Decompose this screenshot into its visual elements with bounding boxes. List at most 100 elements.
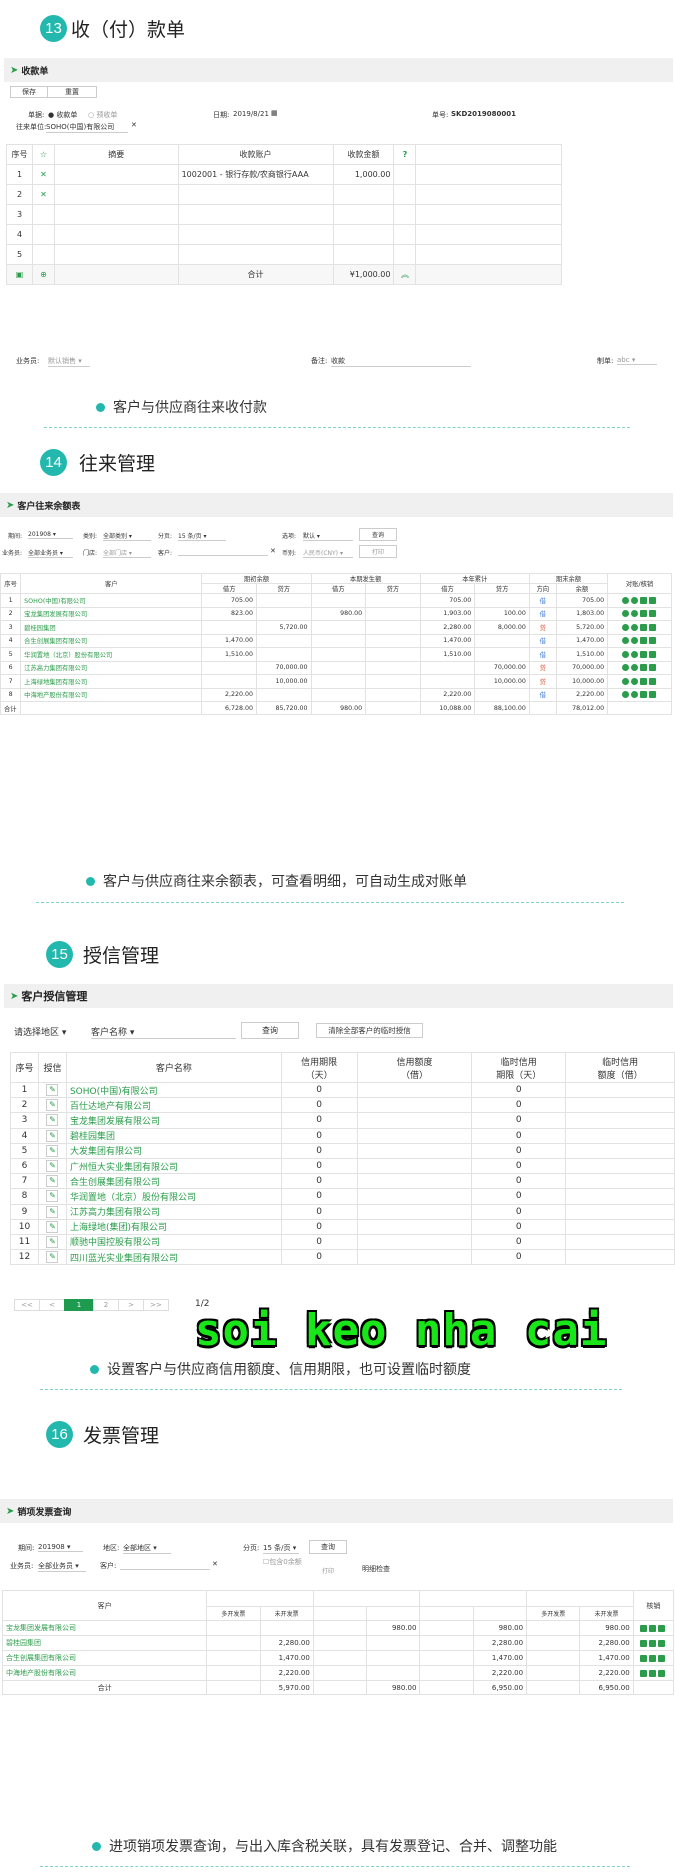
- radio-receipt[interactable]: ● 收款单: [48, 110, 77, 120]
- customer-link[interactable]: 合生创展集团有限公司: [1, 1650, 208, 1666]
- customer-link[interactable]: 华润置地（北京）股份有限公司: [20, 647, 203, 662]
- amount-cell[interactable]: [332, 224, 395, 245]
- check-icon[interactable]: [639, 610, 647, 617]
- customer-link[interactable]: 碧桂园集团: [65, 1127, 282, 1144]
- customer-link[interactable]: 广州恒大实业集团有限公司: [65, 1157, 282, 1175]
- invoice-actions[interactable]: [632, 1620, 675, 1636]
- page-1-button[interactable]: 1: [64, 1299, 94, 1311]
- summary-cell[interactable]: [53, 244, 179, 265]
- edit-icon[interactable]: [648, 677, 656, 685]
- customer-link[interactable]: 宝龙集团发展有限公司: [20, 606, 203, 621]
- amount-cell[interactable]: [332, 204, 395, 225]
- gear-icon[interactable]: [630, 623, 638, 631]
- check-icon[interactable]: [639, 1654, 647, 1662]
- add-row-icon[interactable]: ⊕: [31, 264, 55, 285]
- customer-link[interactable]: 顺驰中国控股有限公司: [65, 1233, 282, 1251]
- invoice-actions[interactable]: [632, 1635, 675, 1651]
- edit-icon[interactable]: [648, 691, 656, 698]
- list-icon[interactable]: [648, 1639, 656, 1647]
- info-icon[interactable]: [621, 691, 629, 698]
- query-button[interactable]: 查询: [241, 1022, 299, 1039]
- reconcile-actions[interactable]: [607, 660, 672, 675]
- calendar-icon[interactable]: ▦: [271, 109, 278, 117]
- next-page-button[interactable]: >: [118, 1299, 144, 1311]
- edit-credit-button[interactable]: ✎: [37, 1157, 67, 1175]
- period-select[interactable]: 201908 ▾: [38, 1543, 83, 1552]
- edit-credit-button[interactable]: ✎: [37, 1127, 67, 1144]
- pagesize-select[interactable]: 15 条/页 ▾: [178, 531, 226, 541]
- check-icon[interactable]: [639, 650, 647, 658]
- summary-cell[interactable]: [53, 204, 179, 225]
- amount-cell[interactable]: [332, 184, 395, 205]
- account-cell[interactable]: [177, 244, 334, 265]
- reconcile-actions[interactable]: [607, 633, 672, 648]
- customer-link[interactable]: 碧桂园集团: [1, 1635, 208, 1651]
- edit-credit-button[interactable]: ✎: [37, 1218, 67, 1235]
- sales-select[interactable]: 默认销售 ▾: [48, 356, 90, 367]
- customer-link[interactable]: 宝龙集团发展有限公司: [65, 1112, 282, 1129]
- customer-link[interactable]: 宝龙集团发展有限公司: [1, 1620, 208, 1636]
- check-icon[interactable]: [639, 677, 647, 685]
- summary-cell[interactable]: [53, 224, 179, 245]
- edit-icon[interactable]: [648, 650, 656, 658]
- check-icon[interactable]: [639, 664, 647, 671]
- customer-link[interactable]: SOHO(中国)有限公司: [20, 593, 203, 608]
- last-page-button[interactable]: >>: [143, 1299, 169, 1311]
- list-icon[interactable]: [648, 1669, 656, 1677]
- list-icon[interactable]: [648, 1654, 656, 1662]
- edit-credit-button[interactable]: ✎: [37, 1233, 67, 1251]
- amount-cell[interactable]: 1,000.00: [332, 164, 395, 185]
- reconcile-actions[interactable]: [607, 620, 672, 635]
- region-select[interactable]: 全部地区 ▾: [123, 1543, 171, 1554]
- save-button[interactable]: 保存: [10, 86, 48, 98]
- account-cell[interactable]: [177, 204, 334, 225]
- check-icon[interactable]: [639, 1669, 647, 1677]
- check-icon[interactable]: [639, 1624, 647, 1632]
- amount-cell[interactable]: [332, 244, 395, 265]
- edit-credit-button[interactable]: ✎: [37, 1142, 67, 1159]
- clear-temp-credit-button[interactable]: 清除全部客户的临时授信: [316, 1023, 423, 1038]
- check-icon[interactable]: [639, 1639, 647, 1647]
- account-cell[interactable]: [177, 184, 334, 205]
- gear-icon[interactable]: [630, 650, 638, 658]
- edit-icon[interactable]: [648, 637, 656, 644]
- edit-icon[interactable]: [648, 596, 656, 604]
- star-icon[interactable]: ☆: [31, 144, 55, 165]
- reconcile-actions[interactable]: [607, 647, 672, 662]
- gear-icon[interactable]: [630, 677, 638, 685]
- customer-link[interactable]: 华润置地（北京）股份有限公司: [65, 1188, 282, 1205]
- first-page-button[interactable]: <<: [14, 1299, 40, 1311]
- note-field[interactable]: 收款: [331, 356, 471, 367]
- info-icon[interactable]: [621, 623, 629, 631]
- invoice-actions[interactable]: [632, 1665, 675, 1681]
- invoice-actions[interactable]: [632, 1650, 675, 1666]
- edit-icon[interactable]: [648, 623, 656, 631]
- customer-link[interactable]: 上海绿地(集团)有限公司: [65, 1218, 282, 1235]
- edit-credit-button[interactable]: ✎: [37, 1173, 67, 1190]
- zero-balance-checkbox[interactable]: ☐包含0余额: [263, 1557, 302, 1567]
- customer-link[interactable]: 四川蓝光实业集团有限公司: [65, 1249, 282, 1266]
- date-field[interactable]: 2019/8/21: [233, 110, 269, 118]
- customer-link[interactable]: 百仕达地产有限公司: [65, 1097, 282, 1114]
- gear-icon[interactable]: [630, 637, 638, 644]
- customer-link[interactable]: 江苏高力集团有限公司: [65, 1203, 282, 1220]
- reconcile-actions[interactable]: [607, 674, 672, 689]
- expand-icon[interactable]: ︽: [393, 264, 417, 285]
- edit-icon[interactable]: [657, 1654, 665, 1662]
- delete-row-icon[interactable]: ✕: [31, 184, 55, 205]
- gear-icon[interactable]: [630, 664, 638, 671]
- customer-input[interactable]: [120, 1561, 210, 1570]
- customer-link[interactable]: SOHO(中国)有限公司: [65, 1081, 282, 1099]
- staff-select[interactable]: 全部业务员 ▾: [28, 548, 73, 558]
- help-icon[interactable]: ?: [393, 144, 417, 165]
- customer-link[interactable]: 合生创展集团有限公司: [20, 633, 203, 648]
- reset-button[interactable]: 重置: [47, 86, 97, 98]
- pagesize-select[interactable]: 15 条/页 ▾: [263, 1543, 299, 1554]
- info-icon[interactable]: [621, 637, 629, 644]
- delete-row-icon[interactable]: ✕: [31, 164, 55, 185]
- query-button[interactable]: 查询: [359, 528, 397, 541]
- check-icon[interactable]: [639, 637, 647, 644]
- clear-partner-icon[interactable]: ✕: [131, 121, 137, 129]
- customer-link[interactable]: 大发集团有限公司: [65, 1142, 282, 1159]
- region-select[interactable]: 请选择地区 ▾: [14, 1025, 84, 1038]
